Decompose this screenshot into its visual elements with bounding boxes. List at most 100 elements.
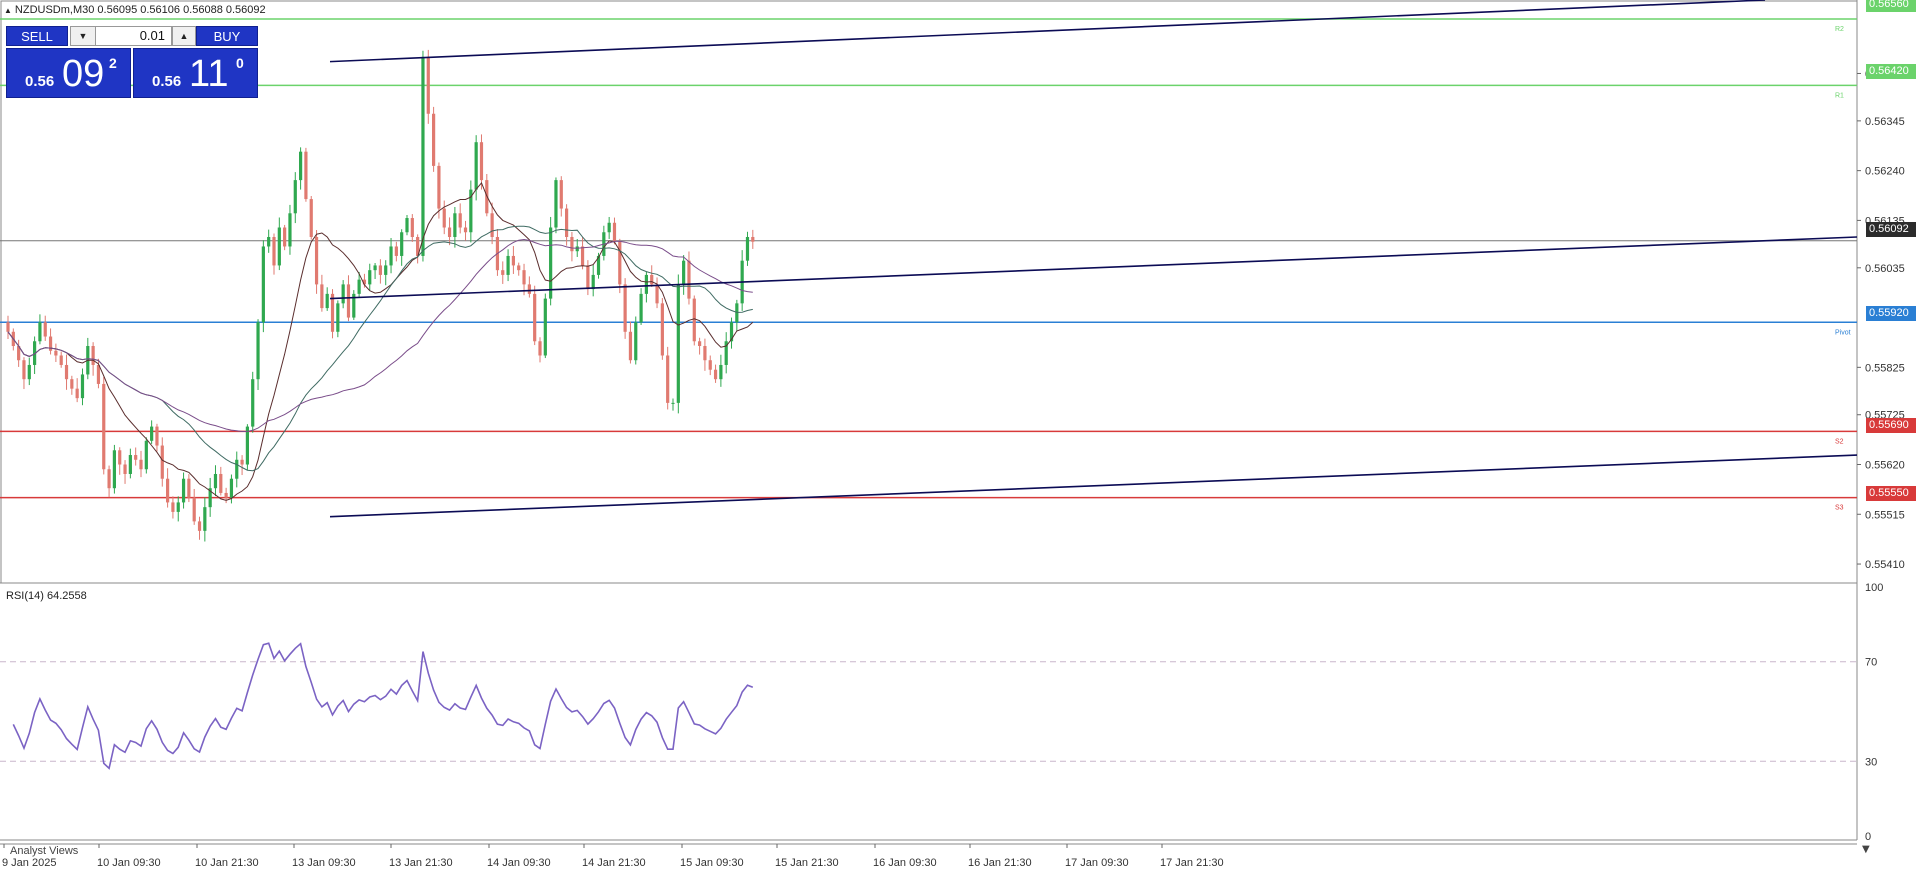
symbol-info-text: NZDUSDm,M30 0.56095 0.56106 0.56088 0.56… — [14, 4, 266, 16]
candle-body — [160, 445, 164, 479]
candle-body — [570, 236, 574, 252]
candle-body — [410, 218, 414, 237]
candle-body — [671, 402, 675, 404]
candle-body — [150, 426, 154, 441]
candle-body — [272, 236, 276, 266]
candle-body — [511, 255, 515, 266]
time-axis-label: 14 Jan 09:30 — [487, 857, 551, 869]
candle-body — [447, 227, 452, 237]
candle-body — [139, 459, 143, 470]
time-axis-label: 10 Jan 09:30 — [97, 857, 161, 869]
time-axis-label: 16 Jan 21:30 — [968, 857, 1032, 869]
candle-body — [134, 455, 138, 460]
chart-window[interactable]: R2R1PivotS2S30.564450.563450.562400.5613… — [0, 0, 1916, 874]
buy-price-button[interactable]: 0.56 11 0 — [133, 48, 258, 98]
time-axis-label: 17 Jan 21:30 — [1160, 857, 1224, 869]
candle-body — [38, 322, 42, 342]
price-tick-label: 0.55825 — [1865, 362, 1905, 374]
volume-dropdown-icon[interactable]: ▼ — [70, 26, 96, 46]
time-axis-label: 10 Jan 21:30 — [195, 857, 259, 869]
pivot-price-tag: 0.55920 — [1866, 306, 1916, 321]
candle-body — [27, 364, 31, 380]
candle-body — [293, 180, 297, 214]
r1-price-tag: 0.56420 — [1866, 64, 1916, 79]
candle-body — [267, 236, 271, 247]
candle-body — [128, 455, 132, 474]
price-tick-label: 0.55410 — [1865, 559, 1905, 571]
candle-body — [612, 222, 617, 242]
price-tick-label: 0.56035 — [1865, 263, 1905, 275]
sell-price-big: 09 — [62, 53, 105, 95]
candle-body — [277, 227, 281, 266]
rsi-axis-label: 100 — [1865, 582, 1883, 594]
candle-body — [197, 521, 202, 531]
time-axis-label: 16 Jan 09:30 — [873, 857, 937, 869]
candle-body — [474, 142, 478, 190]
rsi-axis-label: 70 — [1865, 657, 1877, 669]
candle-body — [91, 346, 95, 365]
candle-body — [112, 450, 116, 489]
candle-body — [628, 331, 633, 361]
candle-body — [219, 473, 223, 493]
candle-body — [6, 322, 10, 332]
volume-input[interactable]: 0.01 — [96, 26, 172, 46]
volume-up-icon[interactable]: ▲ — [172, 26, 196, 46]
candle-body — [330, 293, 335, 332]
candle-body — [336, 303, 340, 332]
buy-button[interactable]: BUY — [196, 26, 258, 46]
candle-body — [389, 246, 393, 266]
candle-body — [70, 379, 74, 389]
candle-body — [400, 232, 404, 256]
candle-body — [368, 270, 372, 285]
candle-body — [692, 298, 696, 342]
r2-price-tag: 0.56560 — [1866, 0, 1916, 12]
candle-body — [22, 360, 26, 380]
candle-body — [453, 213, 457, 237]
candle-body — [213, 473, 218, 489]
candle-body — [314, 236, 319, 285]
candle-body — [644, 274, 648, 294]
candle-body — [713, 369, 718, 380]
collapse-arrow-icon[interactable]: ▲ — [4, 6, 12, 15]
candle-body — [54, 350, 58, 356]
candle-body — [224, 492, 228, 498]
candle-body — [442, 208, 446, 228]
candle-body — [96, 364, 101, 384]
chart-canvas[interactable]: R2R1PivotS2S30.564450.563450.562400.5613… — [0, 0, 1916, 874]
candle-body — [580, 246, 585, 266]
rsi-axis-label: 0 — [1865, 831, 1871, 843]
candle-body — [373, 265, 377, 271]
level-label-s3: S3 — [1835, 505, 1844, 512]
candle-body — [634, 322, 638, 361]
candle-body — [527, 284, 531, 294]
sell-button[interactable]: SELL — [6, 26, 68, 46]
price-tick-label: 0.56345 — [1865, 116, 1905, 128]
sell-price-button[interactable]: 0.56 09 2 — [6, 48, 131, 98]
time-axis-label: 17 Jan 09:30 — [1065, 857, 1129, 869]
candle-body — [745, 236, 750, 261]
candle-body — [490, 213, 494, 237]
candle-body — [123, 464, 127, 474]
candle-body — [607, 222, 611, 233]
candle-body — [235, 459, 239, 479]
candle-body — [543, 298, 547, 356]
candle-body — [506, 255, 510, 275]
s3-price-tag: 0.55550 — [1866, 486, 1916, 501]
candle-body — [144, 440, 148, 470]
main-plot-frame — [0, 0, 1858, 584]
candle-body — [538, 341, 542, 356]
price-tick-label: 0.56240 — [1865, 166, 1905, 178]
candle-body — [171, 502, 175, 512]
candle-body — [575, 246, 579, 252]
candle-body — [623, 284, 627, 332]
candle-body — [554, 180, 558, 228]
candle-body — [229, 478, 234, 498]
candle-body — [309, 199, 313, 237]
analyst-views-tab[interactable]: Analyst Views — [10, 845, 78, 857]
candle-body — [187, 478, 191, 498]
channel-line — [329, 236, 1858, 300]
candle-body — [102, 383, 106, 470]
candle-body — [288, 213, 292, 247]
candle-body — [176, 502, 180, 512]
sell-price-prefix: 0.56 — [25, 73, 55, 90]
